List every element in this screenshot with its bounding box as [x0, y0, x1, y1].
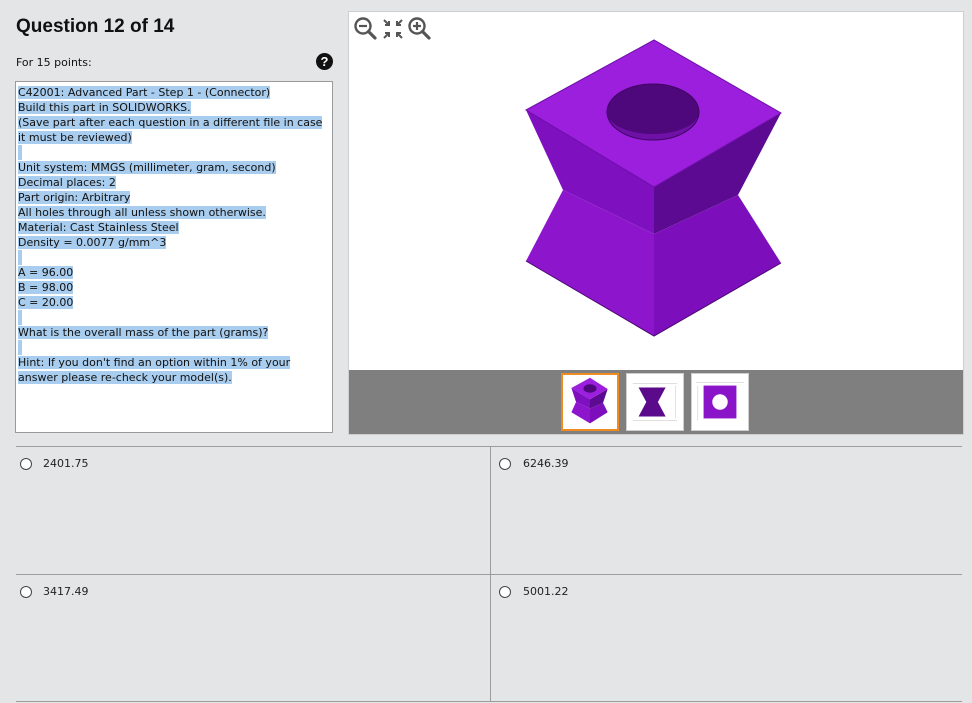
front-view-thumbnail[interactable] [626, 373, 684, 431]
radio-button[interactable] [499, 586, 511, 598]
question-line: A = 96.00 [18, 266, 74, 279]
answer-label[interactable]: 3417.49 [43, 585, 89, 598]
question-line: What is the overall mass of the part (gr… [18, 326, 269, 339]
question-line: Decimal places: 2 [18, 176, 116, 189]
question-line: C = 20.00 [18, 296, 74, 309]
fit-to-view-icon[interactable] [380, 16, 406, 42]
answer-option[interactable]: 2401.75 [16, 447, 491, 575]
zoom-out-icon[interactable] [353, 16, 379, 42]
question-line: Part origin: Arbitrary [18, 191, 131, 204]
question-line: Build this part in SOLIDWORKS. [18, 101, 191, 114]
question-circle-icon[interactable]: ? [316, 53, 333, 70]
question-line [18, 310, 330, 325]
answer-option[interactable]: 3417.49 [16, 575, 491, 702]
question-line: C42001: Advanced Part - Step 1 - (Connec… [18, 86, 271, 99]
part-3d-model[interactable] [349, 12, 963, 370]
radio-button[interactable] [20, 586, 32, 598]
question-line: Density = 0.0077 g/mm^3 [18, 236, 167, 249]
question-line: All holes through all unless shown other… [18, 206, 266, 219]
radio-button[interactable] [20, 458, 32, 470]
radio-button[interactable] [499, 458, 511, 470]
question-line [18, 340, 330, 355]
question-line: Hint: If you don't find an option within… [18, 356, 291, 384]
question-line [18, 145, 330, 160]
page-title: Question 12 of 14 [16, 16, 175, 37]
top-view-thumbnail[interactable] [691, 373, 749, 431]
question-page: Question 12 of 14 For 15 points: ? C4200… [0, 0, 972, 702]
question-line: (Save part after each question in a diff… [18, 116, 323, 144]
top-view-thumb-icon [695, 382, 745, 421]
front-view-thumb-icon [632, 383, 678, 421]
isometric-view-thumbnail[interactable] [561, 373, 619, 431]
question-text-box[interactable]: C42001: Advanced Part - Step 1 - (Connec… [15, 81, 333, 433]
answer-label[interactable]: 5001.22 [523, 585, 569, 598]
model-viewer[interactable] [348, 11, 964, 435]
question-line: B = 98.00 [18, 281, 74, 294]
question-line [18, 250, 330, 265]
question-text: C42001: Advanced Part - Step 1 - (Connec… [16, 82, 332, 385]
isometric-thumb-icon [571, 377, 608, 424]
answer-option[interactable]: 5001.22 [491, 575, 962, 702]
answer-option[interactable]: 6246.39 [491, 447, 962, 575]
question-line: Material: Cast Stainless Steel [18, 221, 179, 234]
answer-label[interactable]: 2401.75 [43, 457, 89, 470]
answer-grid: 2401.75 6246.39 3417.49 5001.22 [16, 446, 962, 703]
question-line: Unit system: MMGS (millimeter, gram, sec… [18, 161, 276, 174]
points-label: For 15 points: [16, 56, 92, 69]
zoom-in-icon[interactable] [407, 16, 433, 42]
answer-label[interactable]: 6246.39 [523, 457, 569, 470]
thumbnail-strip [349, 370, 963, 434]
